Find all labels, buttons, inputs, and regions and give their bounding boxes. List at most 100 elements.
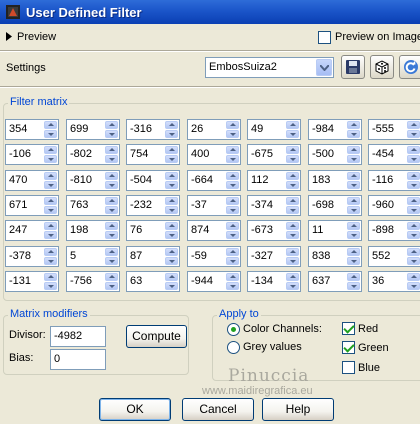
spin-up-icon[interactable] (165, 222, 178, 230)
cancel-button[interactable]: Cancel (182, 398, 254, 421)
spin-down-icon[interactable] (407, 181, 420, 189)
spin-down-icon[interactable] (347, 181, 360, 189)
matrix-cell-input[interactable]: -232 (126, 195, 180, 216)
spin-down-icon[interactable] (347, 282, 360, 290)
spin-down-icon[interactable] (44, 181, 57, 189)
spin-down-icon[interactable] (226, 181, 239, 189)
matrix-cell-input[interactable]: -106 (5, 144, 59, 165)
compute-button[interactable]: Compute (126, 325, 187, 348)
spin-down-icon[interactable] (105, 231, 118, 239)
spin-up-icon[interactable] (226, 197, 239, 205)
matrix-cell-input[interactable]: 183 (308, 170, 362, 191)
spin-up-icon[interactable] (105, 146, 118, 154)
matrix-cell-input[interactable]: 198 (66, 220, 120, 241)
matrix-cell-input[interactable]: 112 (247, 170, 301, 191)
matrix-cell-input[interactable]: 552 (368, 246, 420, 267)
matrix-cell-input[interactable]: -131 (5, 271, 59, 292)
spin-down-icon[interactable] (286, 282, 299, 290)
spin-up-icon[interactable] (165, 248, 178, 256)
matrix-cell-input[interactable]: 400 (187, 144, 241, 165)
spin-down-icon[interactable] (347, 206, 360, 214)
matrix-cell-input[interactable]: -898 (368, 220, 420, 241)
spin-down-icon[interactable] (226, 206, 239, 214)
spin-up-icon[interactable] (44, 273, 57, 281)
matrix-cell-input[interactable]: 354 (5, 119, 59, 140)
matrix-cell-input[interactable]: -134 (247, 271, 301, 292)
green-label[interactable]: Green (358, 342, 389, 354)
spin-down-icon[interactable] (44, 130, 57, 138)
divisor-input[interactable]: -4982 (50, 326, 106, 347)
preview-toggle-label[interactable]: Preview (17, 31, 56, 43)
matrix-cell-input[interactable]: 470 (5, 170, 59, 191)
spin-down-icon[interactable] (286, 257, 299, 265)
spin-up-icon[interactable] (286, 222, 299, 230)
spin-down-icon[interactable] (165, 130, 178, 138)
matrix-cell-input[interactable]: -59 (187, 246, 241, 267)
spin-up-icon[interactable] (44, 146, 57, 154)
matrix-cell-input[interactable]: 838 (308, 246, 362, 267)
matrix-cell-input[interactable]: -664 (187, 170, 241, 191)
matrix-cell-input[interactable]: 36 (368, 271, 420, 292)
spin-down-icon[interactable] (226, 282, 239, 290)
matrix-cell-input[interactable]: -810 (66, 170, 120, 191)
blue-checkbox[interactable] (342, 361, 355, 374)
spin-down-icon[interactable] (347, 257, 360, 265)
matrix-cell-input[interactable]: -316 (126, 119, 180, 140)
color-channels-radio[interactable] (227, 323, 240, 336)
spin-down-icon[interactable] (286, 155, 299, 163)
green-checkbox[interactable] (342, 341, 355, 354)
matrix-cell-input[interactable]: 763 (66, 195, 120, 216)
spin-up-icon[interactable] (105, 248, 118, 256)
matrix-cell-input[interactable]: 76 (126, 220, 180, 241)
color-channels-label[interactable]: Color Channels: (243, 323, 322, 335)
spin-down-icon[interactable] (286, 130, 299, 138)
spin-down-icon[interactable] (165, 206, 178, 214)
spin-down-icon[interactable] (44, 282, 57, 290)
spin-up-icon[interactable] (347, 121, 360, 129)
spin-down-icon[interactable] (347, 155, 360, 163)
spin-down-icon[interactable] (347, 231, 360, 239)
spin-up-icon[interactable] (105, 121, 118, 129)
spin-down-icon[interactable] (407, 130, 420, 138)
randomize-button[interactable] (370, 55, 394, 79)
matrix-cell-input[interactable]: 637 (308, 271, 362, 292)
preview-on-image-label[interactable]: Preview on Image (335, 31, 420, 43)
spin-up-icon[interactable] (347, 146, 360, 154)
spin-up-icon[interactable] (44, 248, 57, 256)
reset-button[interactable] (399, 55, 420, 79)
spin-down-icon[interactable] (44, 231, 57, 239)
spin-up-icon[interactable] (407, 197, 420, 205)
matrix-cell-input[interactable]: -802 (66, 144, 120, 165)
spin-up-icon[interactable] (226, 273, 239, 281)
spin-up-icon[interactable] (347, 222, 360, 230)
app-icon[interactable] (6, 5, 20, 19)
matrix-cell-input[interactable]: -960 (368, 195, 420, 216)
spin-up-icon[interactable] (407, 273, 420, 281)
spin-up-icon[interactable] (44, 222, 57, 230)
spin-up-icon[interactable] (407, 248, 420, 256)
spin-down-icon[interactable] (407, 206, 420, 214)
matrix-cell-input[interactable]: -327 (247, 246, 301, 267)
spin-down-icon[interactable] (165, 231, 178, 239)
spin-up-icon[interactable] (165, 146, 178, 154)
spin-down-icon[interactable] (407, 257, 420, 265)
matrix-cell-input[interactable]: -500 (308, 144, 362, 165)
matrix-cell-input[interactable]: -698 (308, 195, 362, 216)
spin-up-icon[interactable] (44, 172, 57, 180)
spin-down-icon[interactable] (226, 257, 239, 265)
matrix-cell-input[interactable]: -374 (247, 195, 301, 216)
spin-down-icon[interactable] (44, 206, 57, 214)
matrix-cell-input[interactable]: -555 (368, 119, 420, 140)
spin-down-icon[interactable] (165, 257, 178, 265)
matrix-cell-input[interactable]: -116 (368, 170, 420, 191)
matrix-cell-input[interactable]: -756 (66, 271, 120, 292)
spin-up-icon[interactable] (286, 273, 299, 281)
chevron-down-icon[interactable] (316, 59, 332, 76)
spin-up-icon[interactable] (347, 248, 360, 256)
red-checkbox[interactable] (342, 322, 355, 335)
help-button[interactable]: Help (262, 398, 334, 421)
spin-up-icon[interactable] (347, 273, 360, 281)
spin-up-icon[interactable] (286, 197, 299, 205)
grey-values-radio[interactable] (227, 341, 240, 354)
spin-down-icon[interactable] (44, 155, 57, 163)
